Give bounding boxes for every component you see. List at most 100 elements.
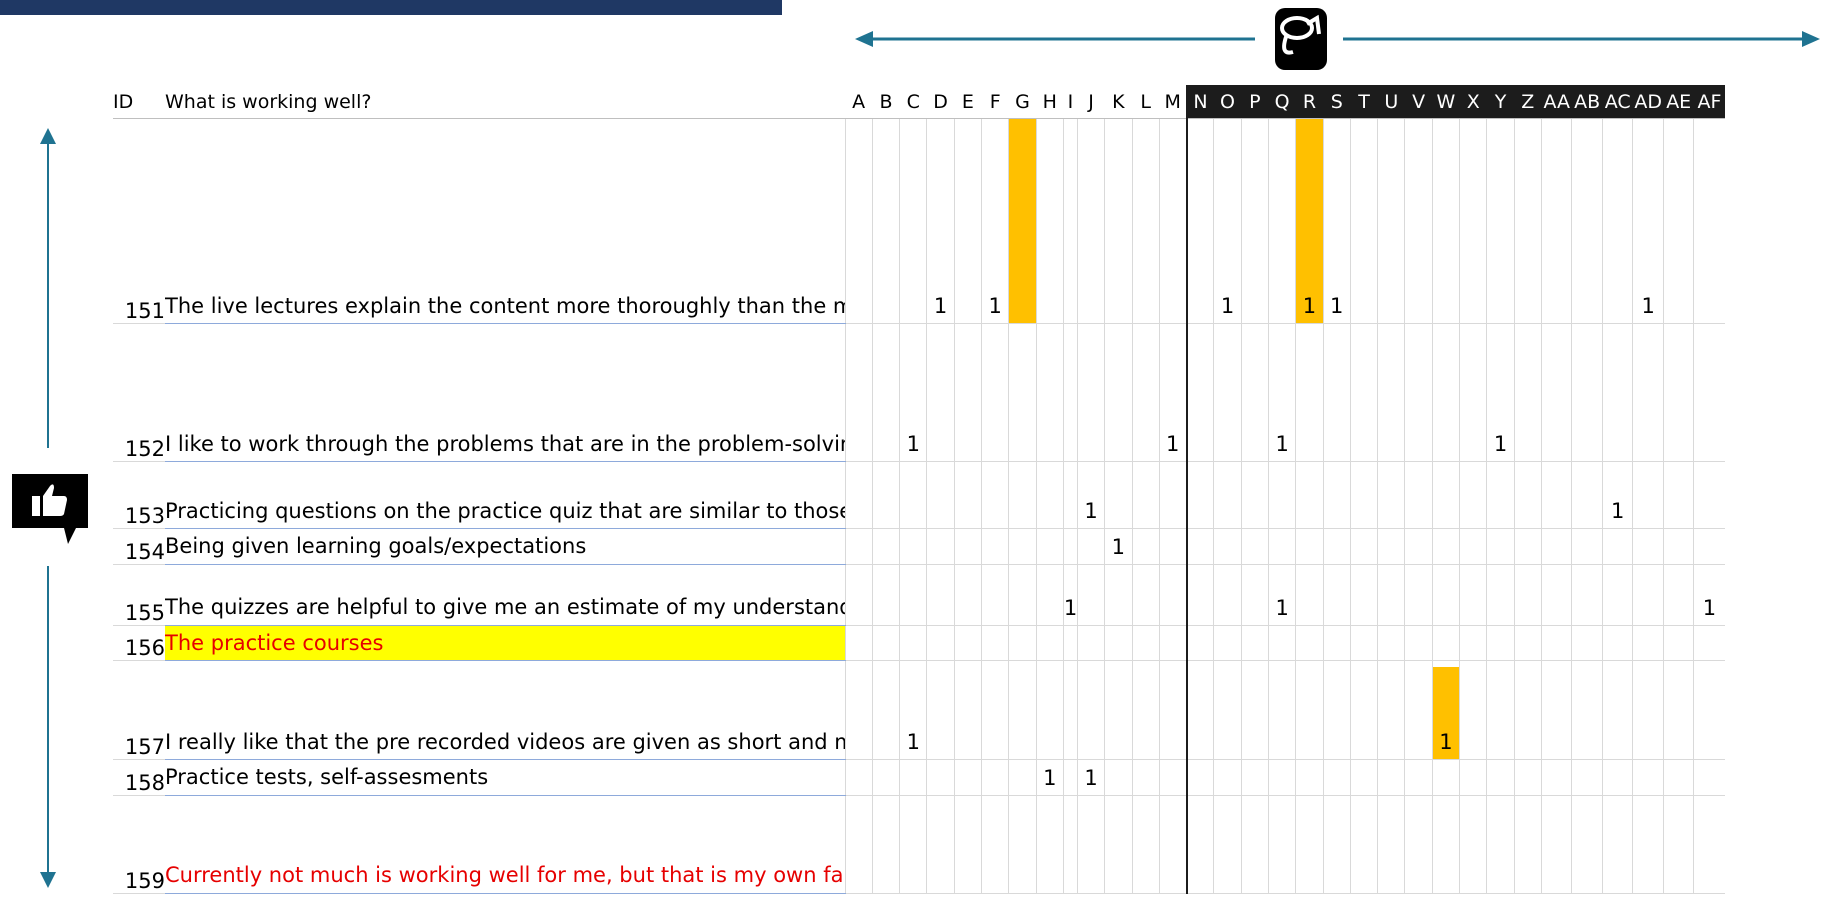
code-cell-n[interactable] [1186,323,1214,462]
code-cell-ac[interactable] [1601,625,1633,661]
code-cell-f[interactable] [981,461,1009,529]
code-cell-t[interactable] [1349,759,1378,796]
row-id-cell[interactable]: 154 [113,528,165,565]
response-text-cell[interactable]: The quizzes are helpful to give me an es… [165,563,846,626]
code-cell-j[interactable] [1076,625,1105,661]
code-cell-i[interactable] [1062,528,1078,565]
code-cell-q[interactable] [1267,795,1296,894]
column-header-e[interactable]: E [953,85,982,119]
code-cell-l[interactable] [1131,323,1160,462]
code-cell-l[interactable] [1131,564,1160,626]
code-cell-h[interactable]: 1 [1035,759,1064,796]
code-cell-x[interactable] [1459,528,1487,565]
code-cell-q[interactable]: 1 [1267,564,1296,626]
code-cell-q[interactable]: 1 [1267,323,1296,462]
code-cell-r[interactable] [1295,795,1324,894]
code-cell-i[interactable] [1062,461,1078,529]
column-header-z[interactable]: Z [1513,85,1542,119]
code-cell-n[interactable] [1186,461,1214,529]
code-cell-f[interactable] [981,625,1009,661]
code-cell-af[interactable]: 1 [1693,564,1725,626]
row-id-cell[interactable]: 153 [113,461,165,529]
code-cell-t[interactable] [1349,118,1378,324]
code-cell-aa[interactable] [1540,461,1572,529]
code-cell-u[interactable] [1377,660,1405,760]
column-header-v[interactable]: V [1404,85,1433,119]
code-cell-u[interactable] [1377,118,1405,324]
code-cell-i[interactable] [1062,759,1078,796]
code-cell-q[interactable] [1267,461,1296,529]
code-cell-l[interactable] [1131,528,1160,565]
code-cell-w[interactable] [1431,625,1460,661]
code-cell-d[interactable]: 1 [926,118,955,324]
code-cell-a[interactable] [844,759,873,796]
code-cell-y[interactable] [1486,795,1515,894]
code-cell-j[interactable] [1076,660,1105,760]
code-cell-g[interactable] [1008,795,1037,894]
row-id-cell[interactable]: 151 [113,118,165,324]
code-cell-j[interactable] [1076,795,1105,894]
code-cell-af[interactable] [1693,660,1725,760]
code-cell-k[interactable] [1104,323,1132,462]
column-header-m[interactable]: M [1158,85,1187,119]
code-cell-aa[interactable] [1540,625,1572,661]
code-cell-e[interactable] [953,323,982,462]
code-cell-ad[interactable] [1632,323,1664,462]
code-cell-c[interactable] [899,118,927,324]
code-cell-m[interactable] [1158,759,1188,796]
code-cell-a[interactable] [844,528,873,565]
code-cell-j[interactable] [1076,528,1105,565]
code-cell-h[interactable] [1035,528,1064,565]
code-cell-x[interactable] [1459,759,1487,796]
code-cell-w[interactable] [1431,461,1460,529]
code-cell-r[interactable] [1295,660,1324,760]
code-cell-x[interactable] [1459,323,1487,462]
code-cell-af[interactable] [1693,461,1725,529]
code-cell-q[interactable] [1267,528,1296,565]
code-cell-h[interactable] [1035,323,1064,462]
code-cell-j[interactable]: 1 [1076,461,1105,529]
code-cell-g[interactable] [1008,660,1037,760]
column-header-ae[interactable]: AE [1662,85,1694,119]
code-cell-v[interactable] [1404,118,1433,324]
code-cell-s[interactable] [1322,625,1351,661]
code-cell-z[interactable] [1513,118,1542,324]
code-cell-a[interactable] [844,660,873,760]
code-cell-z[interactable] [1513,528,1542,565]
code-cell-o[interactable] [1213,323,1242,462]
response-text-cell[interactable]: Practice tests, self-assesments [165,759,846,796]
code-cell-ab[interactable] [1571,461,1603,529]
code-cell-r[interactable] [1295,564,1324,626]
code-cell-a[interactable] [844,625,873,661]
code-cell-u[interactable] [1377,759,1405,796]
code-cell-ad[interactable] [1632,795,1664,894]
code-cell-a[interactable] [844,118,873,324]
code-cell-ae[interactable] [1662,118,1694,324]
code-cell-w[interactable] [1431,323,1460,462]
code-cell-m[interactable] [1158,795,1188,894]
code-cell-g[interactable] [1008,323,1037,462]
code-cell-ad[interactable] [1632,625,1664,661]
code-cell-r[interactable] [1295,323,1324,462]
code-cell-a[interactable] [844,461,873,529]
code-cell-y[interactable] [1486,118,1515,324]
code-cell-q[interactable] [1267,660,1296,760]
code-cell-d[interactable] [926,795,955,894]
code-cell-s[interactable] [1322,461,1351,529]
code-cell-c[interactable] [899,759,927,796]
code-cell-e[interactable] [953,118,982,324]
code-cell-w[interactable] [1431,564,1460,626]
column-header-f[interactable]: F [981,85,1009,119]
code-cell-l[interactable] [1131,759,1160,796]
code-cell-z[interactable] [1513,660,1542,760]
code-cell-p[interactable] [1240,759,1269,796]
code-cell-ae[interactable] [1662,323,1694,462]
code-cell-j[interactable] [1076,323,1105,462]
code-cell-d[interactable] [926,660,955,760]
code-cell-aa[interactable] [1540,660,1572,760]
column-header-l[interactable]: L [1131,85,1160,119]
column-header-t[interactable]: T [1349,85,1378,119]
code-cell-h[interactable] [1035,660,1064,760]
code-cell-m[interactable] [1158,461,1188,529]
code-cell-c[interactable] [899,795,927,894]
